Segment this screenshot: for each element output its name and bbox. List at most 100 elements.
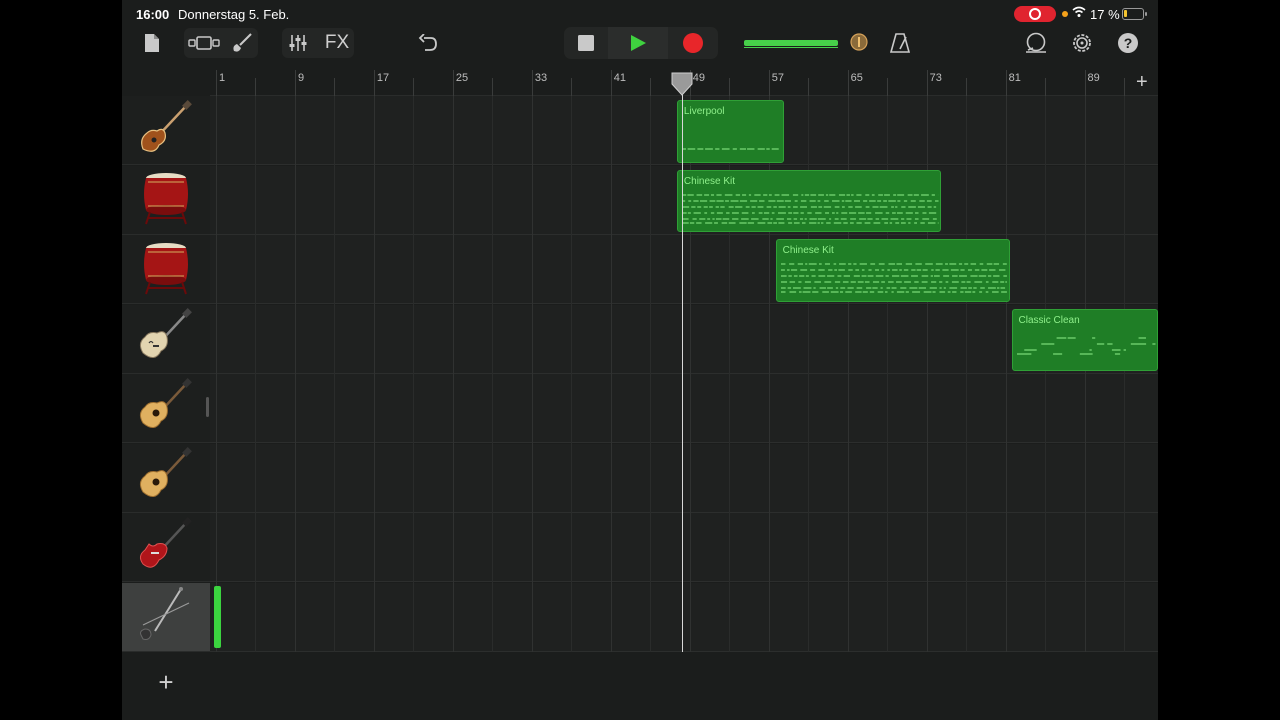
play-icon[interactable]	[628, 33, 648, 53]
master-volume-slider[interactable]	[744, 40, 838, 48]
add-track-button[interactable]: +	[152, 667, 180, 697]
ruler-minor-tick	[808, 78, 810, 96]
fx-button[interactable]: FX	[320, 30, 354, 56]
status-date: Donnerstag 5. Feb.	[178, 7, 290, 22]
instrument-browser-icon[interactable]	[230, 30, 254, 56]
ruler-minor-tick	[1045, 78, 1047, 96]
acoustic-guitar-icon	[137, 377, 195, 440]
grid-line	[531, 96, 533, 652]
ruler-tick	[216, 70, 217, 96]
ruler-tick	[610, 70, 612, 96]
track-header-hollow-body-guitar[interactable]	[122, 304, 210, 374]
status-bar: 16:00 Donnerstag 5. Feb. 17 %	[122, 0, 1158, 28]
ruler-bar-label: 89	[1087, 72, 1100, 84]
garageband-screen: 16:00 Donnerstag 5. Feb. 17 % FX ? 1 9 1…	[122, 0, 1158, 720]
wifi-icon	[1072, 6, 1086, 17]
track-lane[interactable]	[210, 443, 1158, 513]
grid-line	[492, 96, 494, 652]
volume-knob-icon[interactable]	[849, 32, 869, 52]
region-chinese-kit[interactable]: Chinese Kit	[676, 169, 942, 232]
ruler-tick	[1084, 70, 1086, 96]
track-header-acoustic-guitar[interactable]	[122, 443, 210, 513]
ruler-bar-label: 49	[692, 72, 705, 84]
view-toggle-icon[interactable]	[188, 32, 220, 54]
grid-line	[373, 96, 375, 652]
track-headers	[122, 96, 210, 652]
toolbar: FX ?	[122, 27, 1158, 68]
ruler-bar-label: 1	[219, 72, 226, 84]
grid-line	[1045, 96, 1047, 652]
track-lane[interactable]	[210, 582, 1158, 652]
region-title: Liverpool	[683, 106, 725, 117]
grid-line	[571, 96, 573, 652]
region-title: Chinese Kit	[683, 175, 736, 187]
track-header-acoustic-guitar[interactable]	[122, 374, 210, 443]
track-header-chinese-drum[interactable]	[122, 235, 210, 304]
screen-record-icon[interactable]	[1014, 6, 1056, 22]
track-header-erhu[interactable]	[122, 582, 210, 652]
transport-controls	[564, 27, 718, 59]
help-icon[interactable]: ?	[1116, 31, 1140, 55]
region-classic-clean[interactable]: Classic Clean	[1011, 308, 1158, 371]
ruler-minor-tick	[966, 78, 968, 96]
loop-browser-icon[interactable]	[1024, 31, 1048, 55]
tracks-area[interactable]: Liverpool Chinese Kit Chinese Kit Classic C…	[210, 96, 1158, 652]
track-lane[interactable]	[210, 513, 1158, 582]
ruler-tick	[1005, 70, 1007, 96]
grid-line	[1124, 96, 1126, 652]
ruler-tick	[847, 70, 849, 96]
track-resize-handle[interactable]	[206, 397, 209, 417]
document-icon[interactable]	[142, 30, 162, 56]
region-chinese-kit[interactable]: Chinese Kit	[775, 239, 1010, 302]
svg-text:?: ?	[1124, 35, 1133, 51]
ruler-tick	[531, 70, 533, 96]
playhead-handle[interactable]	[670, 72, 694, 96]
ruler-minor-tick	[1124, 78, 1126, 96]
ruler-minor-tick	[650, 78, 652, 96]
ruler-bar-label: 73	[929, 72, 942, 84]
ruler-tick	[452, 70, 454, 96]
ruler-tick	[294, 70, 296, 96]
playhead-line	[681, 84, 683, 652]
ruler-minor-tick	[729, 78, 731, 96]
grid-line	[966, 96, 968, 652]
add-section-icon[interactable]: +	[1136, 72, 1148, 92]
region-title: Classic Clean	[1018, 314, 1080, 326]
battery-percent: 17 %	[1090, 7, 1120, 22]
stop-icon[interactable]	[576, 33, 596, 53]
ruler-bar-label: 81	[1008, 72, 1021, 84]
track-header-bass-guitar[interactable]	[122, 96, 210, 165]
region-title: Chinese Kit	[782, 245, 834, 256]
grid-line	[334, 96, 336, 652]
track-header-chinese-drum[interactable]	[122, 165, 210, 235]
grid-line	[1005, 96, 1007, 652]
track-lane[interactable]	[210, 235, 1158, 304]
undo-icon[interactable]	[416, 30, 440, 56]
ruler-bar-label: 33	[534, 72, 548, 84]
ruler-tick	[768, 70, 770, 96]
ruler-minor-tick	[887, 78, 889, 96]
ruler-bar-label: 41	[613, 72, 627, 84]
region-liverpool[interactable]: Liverpool	[676, 100, 784, 163]
grid-line	[294, 96, 296, 652]
erhu-icon	[137, 585, 195, 648]
track-lane[interactable]	[210, 374, 1158, 443]
grid-line	[650, 96, 652, 652]
track-header-electric-guitar[interactable]	[122, 513, 210, 582]
ruler-minor-tick	[571, 78, 573, 96]
ruler-bar-label: 65	[850, 72, 863, 84]
mixer-icon[interactable]	[286, 30, 310, 56]
grid-line	[452, 96, 454, 652]
ruler-bar-label: 57	[771, 72, 784, 84]
mic-indicator-icon	[1062, 11, 1068, 17]
ruler-bar-label: 9	[297, 72, 305, 84]
acoustic-guitar-icon	[137, 446, 195, 509]
record-icon[interactable]	[682, 32, 704, 54]
metronome-icon[interactable]	[888, 31, 912, 55]
track-level-indicator	[214, 586, 221, 648]
ruler-bar-label: 25	[455, 72, 469, 84]
status-time: 16:00	[136, 7, 170, 22]
settings-icon[interactable]	[1070, 31, 1094, 55]
grid-line	[216, 96, 217, 652]
grid-line	[413, 96, 415, 652]
